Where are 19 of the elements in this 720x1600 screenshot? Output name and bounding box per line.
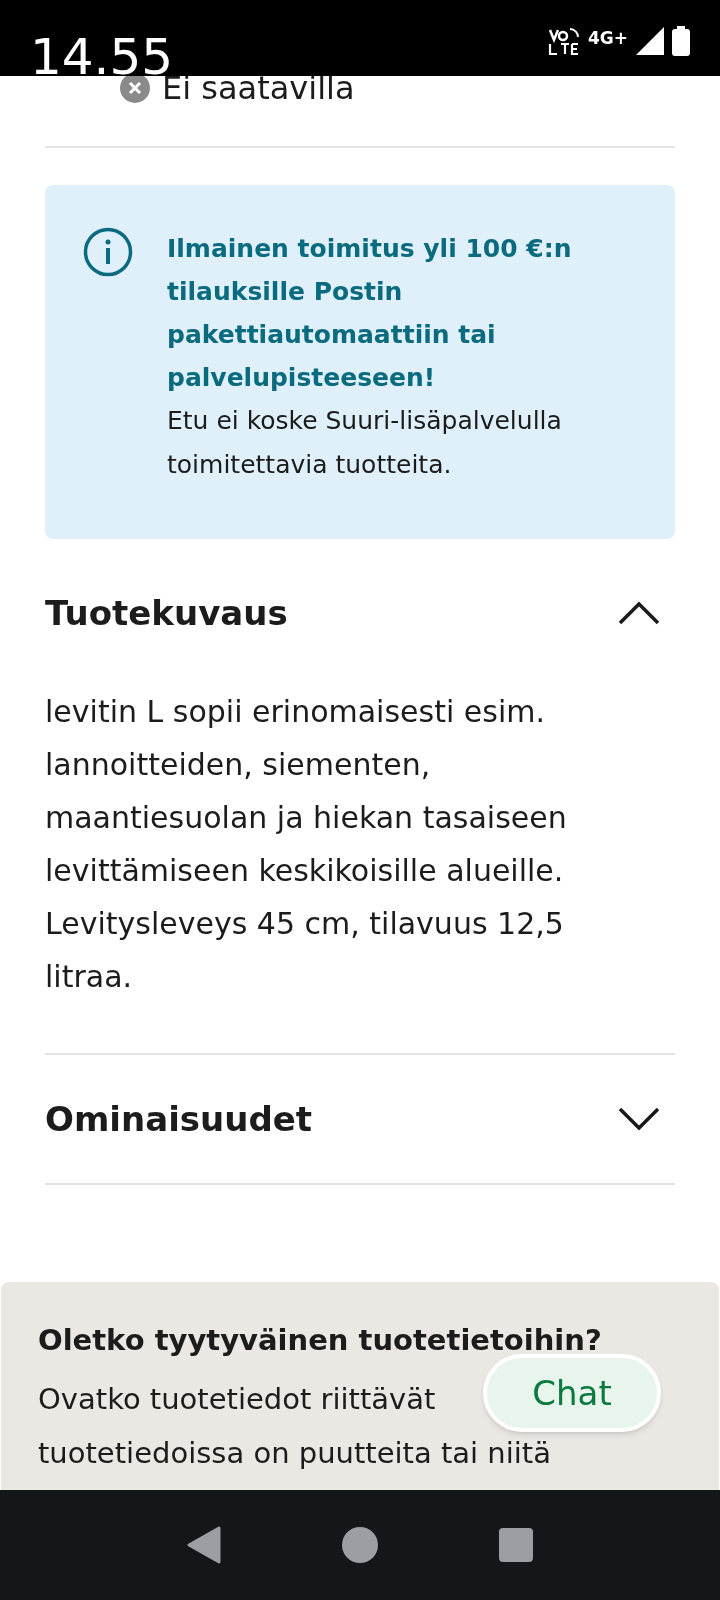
signal-icon <box>636 27 664 55</box>
feedback-text: tuotetiedoissa on puutteita tai niitä <box>38 1435 551 1472</box>
accordion-header[interactable]: Tuotekuvaus <box>45 549 675 677</box>
back-icon[interactable] <box>187 1526 221 1564</box>
chevron-up-icon[interactable] <box>618 601 660 625</box>
chevron-down-icon[interactable] <box>618 1107 660 1131</box>
info-text: Etu ei koske Suuri-lisäpalvelulla toimitettavia tuotteita. <box>167 405 563 481</box>
network-type: 4G+ <box>587 27 628 50</box>
section-title: Ominaisuudet <box>45 1097 313 1141</box>
home-icon[interactable] <box>341 1526 379 1564</box>
section-title: Tuotekuvaus <box>45 591 288 635</box>
volte-icon <box>547 26 580 56</box>
info-icon <box>83 227 133 277</box>
accordion-header[interactable]: Ominaisuudet <box>45 1055 675 1183</box>
feedback-text: Ovatko tuotetiedot riittävät <box>38 1381 436 1418</box>
battery-icon <box>672 26 690 56</box>
info-title: Ilmainen toimitus yli 100 €:n tilauksille Postin pakettiautomaattiin tai palvelupisteeseen! <box>167 233 573 394</box>
chat-button[interactable]: Chat <box>483 1354 661 1432</box>
section-text: levitin L sopii erinomaisesti esim. lannoitteiden, siementen, maantiesuolan ja hiekan tasaiseen levittämiseen keskikoisille alueille. Levitysleveys 45 cm, tilavuus 12,5 litraa. <box>45 693 568 996</box>
